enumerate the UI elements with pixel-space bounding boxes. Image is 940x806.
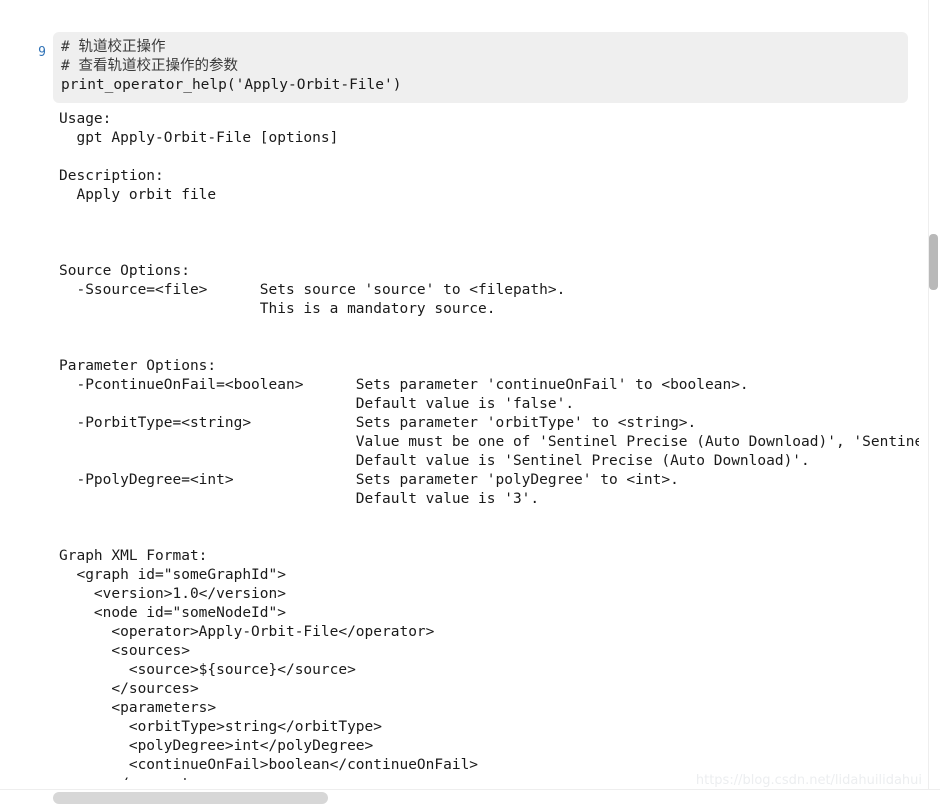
output-line: <sources> (59, 643, 190, 659)
output-line: Parameter Options: (59, 358, 217, 374)
output-line: Usage: (59, 111, 112, 127)
output-line: This is a mandatory source. (59, 301, 496, 317)
vertical-scrollbar[interactable] (928, 0, 940, 806)
output-line: -PcontinueOnFail=<boolean> Sets paramete… (59, 377, 749, 393)
cell-output-area: Usage: gpt Apply-Orbit-File [options] De… (0, 108, 940, 780)
output-line: -PorbitType=<string> Sets parameter 'orb… (59, 415, 697, 431)
horizontal-scrollbar[interactable] (0, 789, 940, 806)
vertical-scrollbar-thumb[interactable] (929, 234, 938, 290)
output-line: -Ssource=<file> Sets source 'source' to … (59, 282, 566, 298)
blog-watermark: https://blog.csdn.net/lidahuilidahui (695, 773, 922, 788)
output-line: Default value is '3'. (59, 491, 540, 507)
output-line: Graph XML Format: (59, 548, 208, 564)
output-line: Default value is 'false'. (59, 396, 575, 412)
code-line-2: # 查看轨道校正操作的参数 (61, 58, 238, 74)
output-line: <parameters> (59, 700, 217, 716)
output-line: -PpolyDegree=<int> Sets parameter 'polyD… (59, 472, 679, 488)
output-line: <version>1.0</version> (59, 586, 286, 602)
output-line: <polyDegree>int</polyDegree> (59, 738, 374, 754)
output-line: Default value is 'Sentinel Precise (Auto… (59, 453, 810, 469)
output-line: <graph id="someGraphId"> (59, 567, 286, 583)
output-line: Apply orbit file (59, 187, 217, 203)
output-line: gpt Apply-Orbit-File [options] (59, 130, 339, 146)
code-line-1: # 轨道校正操作 (61, 39, 166, 55)
output-line: Description: (59, 168, 164, 184)
horizontal-scrollbar-thumb[interactable] (53, 792, 328, 804)
output-line: Source Options: (59, 263, 190, 279)
cell-prompt-number: 9 (38, 45, 46, 60)
notebook-page: 9 # 轨道校正操作 # 查看轨道校正操作的参数 print_operator_… (0, 0, 940, 806)
output-line: Value must be one of 'Sentinel Precise (… (59, 434, 919, 450)
output-line: <operator>Apply-Orbit-File</operator> (59, 624, 435, 640)
code-input-editor[interactable]: # 轨道校正操作 # 查看轨道校正操作的参数 print_operator_he… (53, 32, 908, 103)
output-line: <orbitType>string</orbitType> (59, 719, 383, 735)
operator-help-output-text: Usage: gpt Apply-Orbit-File [options] De… (59, 110, 919, 780)
output-line: </sources> (59, 681, 199, 697)
output-line: <node id="someNodeId"> (59, 605, 286, 621)
code-line-3: print_operator_help('Apply-Orbit-File') (61, 77, 402, 93)
output-line: <source>${source}</source> (59, 662, 356, 678)
